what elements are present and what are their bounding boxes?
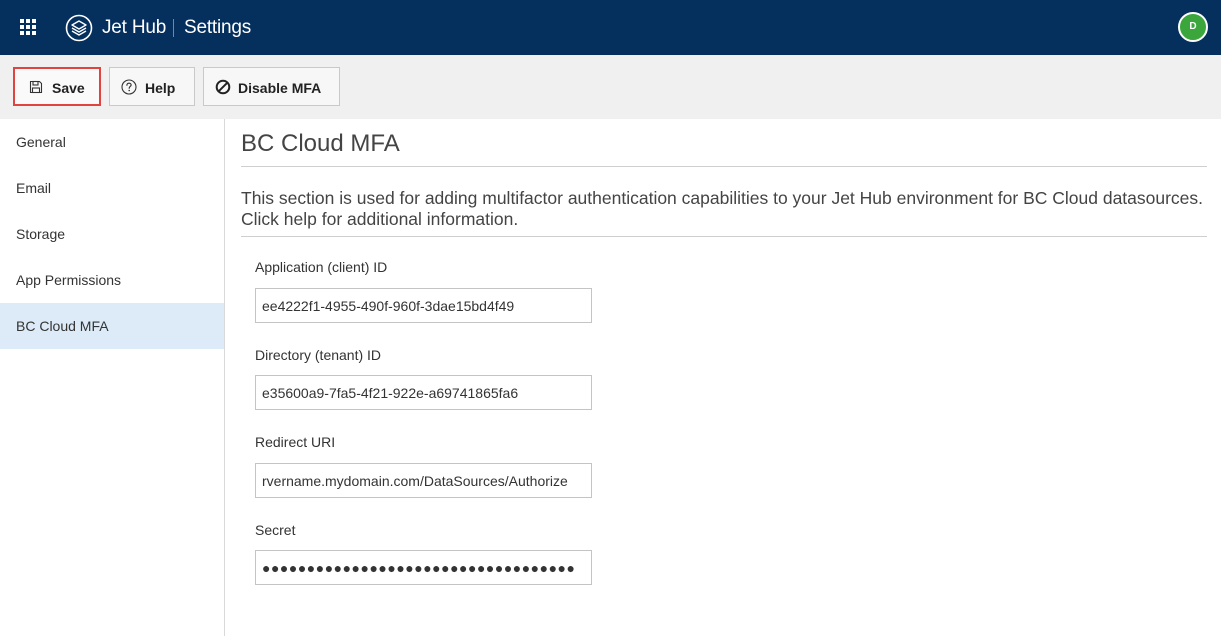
- disable-icon: [215, 79, 231, 95]
- sidebar-item-app-permissions[interactable]: App Permissions: [0, 257, 224, 303]
- jet-hub-logo-icon: [65, 14, 93, 42]
- section-title: BC Cloud MFA: [241, 130, 400, 157]
- sidebar-item-general[interactable]: General: [0, 119, 224, 165]
- save-button[interactable]: Save: [13, 67, 101, 106]
- help-button-label: Help: [145, 80, 176, 96]
- redirect-uri-label: Redirect URI: [255, 434, 336, 450]
- user-avatar[interactable]: D: [1178, 12, 1208, 42]
- description-divider: [241, 236, 1207, 237]
- sidebar-item-bc-cloud-mfa[interactable]: BC Cloud MFA: [0, 303, 224, 349]
- save-button-label: Save: [52, 80, 85, 96]
- command-toolbar: Save Help Disable MFA: [0, 55, 1221, 119]
- settings-sidebar: General Email Storage App Permissions BC…: [0, 119, 225, 636]
- help-button[interactable]: Help: [109, 67, 195, 106]
- secret-input[interactable]: [255, 550, 592, 585]
- main-content: BC Cloud MFA This section is used for ad…: [225, 119, 1221, 636]
- disable-mfa-button-label: Disable MFA: [238, 80, 322, 96]
- app-name: Jet Hub: [102, 17, 167, 38]
- tenant-id-label: Directory (tenant) ID: [255, 347, 382, 363]
- page-title: Settings: [184, 17, 252, 38]
- title-divider: [241, 166, 1207, 167]
- client-id-label: Application (client) ID: [255, 259, 388, 275]
- help-icon: [121, 79, 137, 95]
- client-id-input[interactable]: [255, 288, 592, 323]
- disable-mfa-button[interactable]: Disable MFA: [203, 67, 340, 106]
- sidebar-item-email[interactable]: Email: [0, 165, 224, 211]
- top-bar: Jet Hub Settings D: [0, 0, 1221, 55]
- redirect-uri-input[interactable]: [255, 463, 592, 498]
- app-launcher-icon[interactable]: [20, 19, 36, 35]
- secret-label: Secret: [255, 522, 296, 538]
- section-description: This section is used for adding multifac…: [241, 188, 1204, 229]
- title-separator: [173, 19, 174, 37]
- tenant-id-input[interactable]: [255, 375, 592, 410]
- save-icon: [29, 80, 43, 94]
- sidebar-item-storage[interactable]: Storage: [0, 211, 224, 257]
